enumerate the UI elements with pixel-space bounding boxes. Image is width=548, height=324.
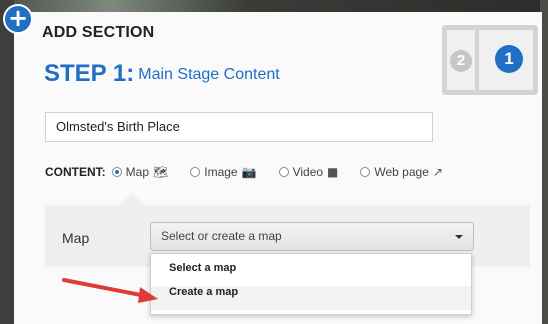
map-panel-pointer [120,193,144,205]
step-heading: STEP 1: Main Stage Content [44,60,280,88]
content-type-row: CONTENT: Map 🗺 Image 📷 Video ■ Web page … [45,165,465,179]
map-option-label: Map [125,165,150,179]
map-field-label: Map [62,230,90,246]
content-option-web-page[interactable]: Web page ↗ [360,165,443,179]
menu-item-select-a-map[interactable]: Select a map [151,262,471,286]
web-page-radio[interactable] [360,167,371,177]
menu-item-create-a-map[interactable]: Create a map [151,286,471,310]
image-radio[interactable] [190,167,201,177]
image-option-label: Image [204,165,238,179]
camera-icon: 📷 [241,165,257,179]
map-select-placeholder: Select or create a map [161,229,282,243]
step-number: STEP 1: [44,60,135,87]
external-link-icon: ↗ [432,165,443,179]
content-option-video[interactable]: Video ■ [278,165,339,179]
step-label: Main Stage Content [138,66,280,83]
step-2-badge[interactable]: 2 [450,50,472,72]
map-icon: 🗺 [153,165,169,179]
red-arrow-annotation [62,278,158,303]
web-page-option-label: Web page [374,165,429,179]
video-option-label: Video [292,165,324,179]
section-title-value: Olmsted's Birth Place [56,119,180,134]
layout-step-indicator[interactable]: 2 1 [442,25,538,95]
dialog-title: ADD SECTION [42,24,155,41]
map-background-left [0,0,14,324]
content-label: CONTENT: [45,165,106,179]
map-dropdown-menu: Select a map Create a map [150,253,472,315]
content-option-map[interactable]: Map 🗺 [111,165,169,179]
add-section-plus-icon[interactable]: + [3,4,33,34]
content-option-image[interactable]: Image 📷 [190,165,257,179]
chevron-down-icon [455,235,463,239]
section-title-input[interactable]: Olmsted's Birth Place [45,112,433,142]
map-select-dropdown[interactable]: Select or create a map [150,222,474,251]
step-1-badge[interactable]: 1 [495,45,523,73]
video-camera-icon: ■ [327,165,339,179]
map-radio[interactable] [111,167,122,177]
video-radio[interactable] [278,167,289,177]
layout-divider [475,30,479,90]
